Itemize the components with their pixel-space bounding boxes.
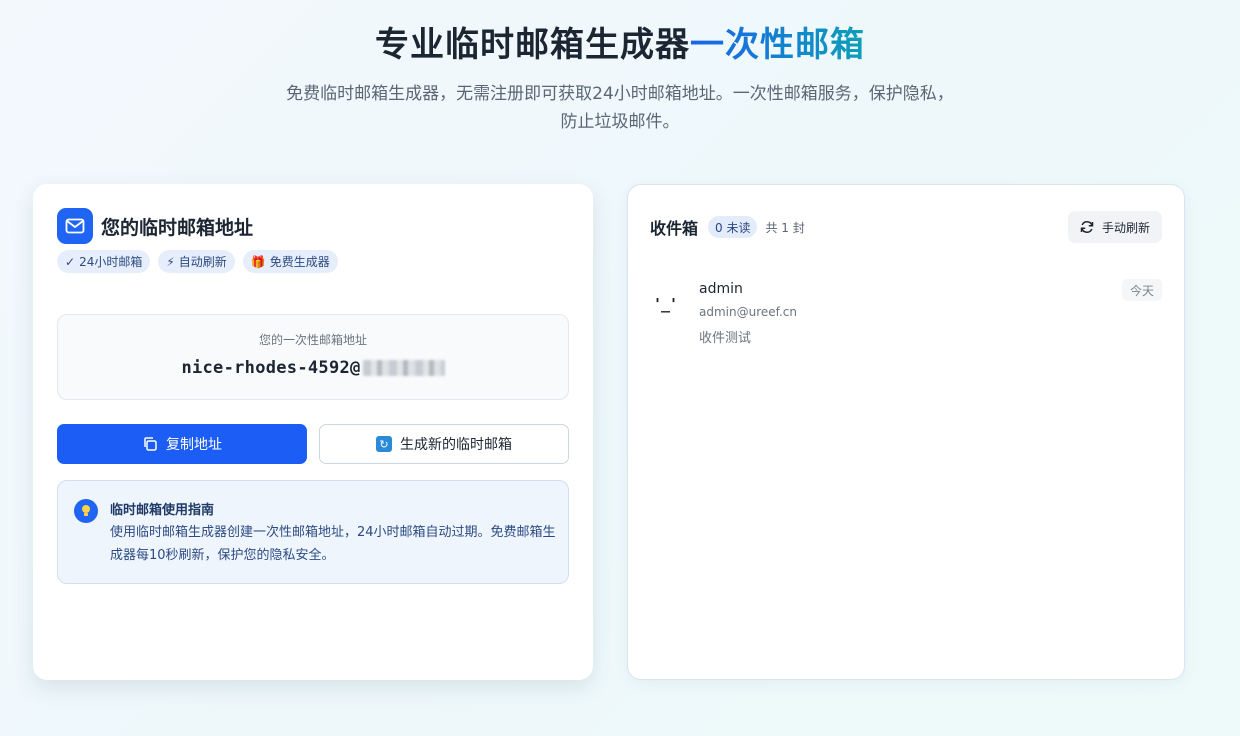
- copy-button-label: 复制地址: [166, 437, 222, 453]
- inbox-card: 收件箱 0 未读 共 1 封 手动刷新 '_' admin admin@uree…: [627, 184, 1185, 680]
- tag-label: 免费生成器: [269, 255, 330, 269]
- tag-24h: ✓ 24小时邮箱: [57, 250, 151, 273]
- total-count: 共 1 封: [765, 220, 805, 235]
- guide-text: 使用临时邮箱生成器创建一次性邮箱地址，24小时邮箱自动过期。免费邮箱生成器每10…: [110, 525, 556, 563]
- tag-free: 🎁 免费生成器: [242, 250, 338, 273]
- gift-icon: 🎁: [250, 254, 266, 269]
- email-address[interactable]: nice-rhodes-4592@: [58, 358, 568, 378]
- inbox-title: 收件箱: [650, 219, 699, 238]
- page-title: 专业临时邮箱生成器一次性邮箱: [0, 22, 1240, 68]
- check-icon: ✓: [65, 254, 76, 269]
- usage-guide: 临时邮箱使用指南 使用临时邮箱生成器创建一次性邮箱地址，24小时邮箱自动过期。免…: [57, 480, 569, 584]
- redacted-domain: [362, 360, 445, 376]
- title-accent: 一次性邮箱: [690, 25, 865, 65]
- copy-icon: [144, 437, 157, 451]
- copy-address-button[interactable]: 复制地址: [57, 424, 307, 464]
- address-box[interactable]: 您的一次性邮箱地址 nice-rhodes-4592@: [57, 314, 569, 400]
- address-caption: 您的一次性邮箱地址: [258, 333, 367, 347]
- feature-tags: ✓ 24小时邮箱 ⚡ 自动刷新 🎁 免费生成器: [57, 250, 338, 273]
- hero: 专业临时邮箱生成器一次性邮箱 免费临时邮箱生成器，无需注册即可获取24小时邮箱地…: [0, 22, 1240, 136]
- avatar: '_': [652, 295, 678, 313]
- mail-icon: [57, 208, 93, 244]
- page-subtitle: 免费临时邮箱生成器，无需注册即可获取24小时邮箱地址。一次性邮箱服务，保护隐私，…: [286, 84, 954, 132]
- mailbox-card: 您的临时邮箱地址 ✓ 24小时邮箱 ⚡ 自动刷新 🎁 免费生成器 您的一次性邮箱…: [33, 184, 593, 680]
- mail-sender: admin: [699, 281, 743, 297]
- list-item[interactable]: '_' admin admin@ureef.cn 收件测试 今天: [650, 279, 1162, 349]
- manual-refresh-button[interactable]: 手动刷新: [1067, 211, 1162, 243]
- generate-new-mailbox-button[interactable]: ↻ 生成新的临时邮箱: [319, 424, 569, 464]
- mail-sender-address: admin@ureef.cn: [699, 305, 798, 319]
- guide-title: 临时邮箱使用指南: [110, 503, 215, 518]
- refresh-icon: [1080, 221, 1094, 233]
- inbox-header: 收件箱 0 未读 共 1 封 手动刷新: [650, 211, 1162, 243]
- title-main: 专业临时邮箱生成器: [375, 25, 690, 65]
- refresh-button-label: 手动刷新: [1101, 220, 1150, 235]
- tag-auto-refresh: ⚡ 自动刷新: [158, 250, 235, 273]
- unread-badge: 0 未读: [708, 216, 758, 238]
- lightning-icon: ⚡: [166, 254, 175, 269]
- tag-label: 自动刷新: [178, 255, 227, 269]
- mail-subject: 收件测试: [699, 331, 752, 346]
- tag-label: 24小时邮箱: [79, 255, 143, 269]
- address-local-part: nice-rhodes-4592@: [181, 358, 361, 378]
- new-button-label: 生成新的临时邮箱: [400, 437, 512, 453]
- mailbox-title-row: 您的临时邮箱地址: [57, 208, 253, 244]
- refresh-icon: ↻: [376, 436, 392, 452]
- mail-date: 今天: [1121, 279, 1162, 301]
- lightbulb-icon: [74, 499, 98, 523]
- mailbox-title: 您的临时邮箱地址: [101, 216, 254, 239]
